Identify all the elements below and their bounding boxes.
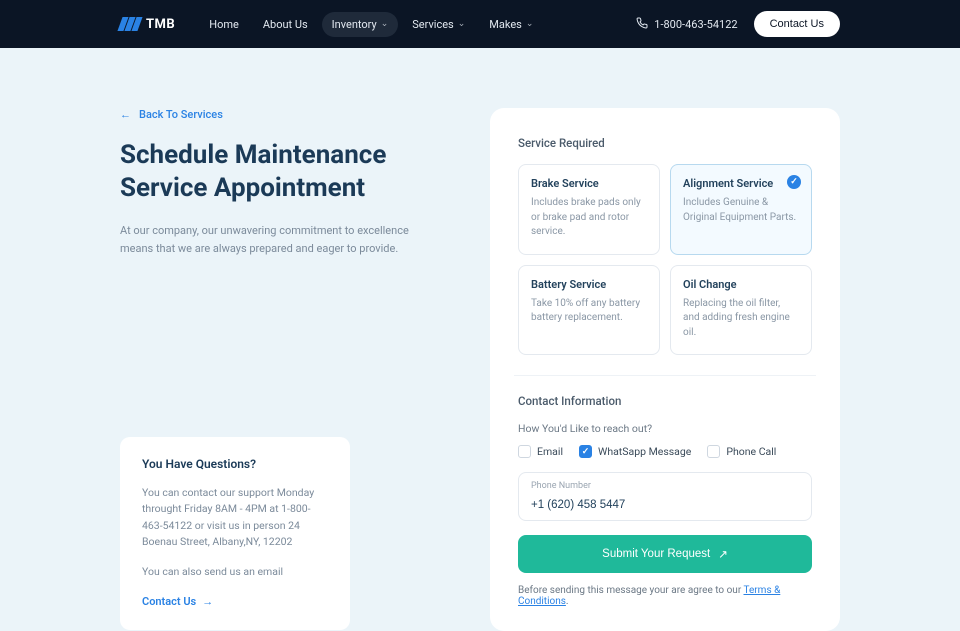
checkbox-icon [518,445,531,458]
nav-makes[interactable]: Makes⌄ [479,12,543,37]
nav-inventory[interactable]: Inventory⌄ [322,12,399,37]
service-brake[interactable]: Brake Service Includes brake pads only o… [518,164,660,255]
logo-icon [120,17,140,31]
phone-icon [636,17,648,32]
left-column: ← Back To Services Schedule Maintenance … [120,108,450,630]
service-alignment[interactable]: Alignment Service Includes Genuine & Ori… [670,164,812,255]
check-icon [787,175,801,189]
reach-prompt: How You'd Like to reach out? [518,422,812,435]
chevron-down-icon: ⌄ [458,19,466,29]
brand-name: TMB [146,17,175,32]
questions-heading: You Have Questions? [142,457,328,471]
header-phone[interactable]: 1-800-463-54122 [636,17,737,32]
nav-services[interactable]: Services⌄ [402,12,475,37]
logo[interactable]: TMB [120,17,175,32]
reach-whatsapp[interactable]: WhatSapp Message [579,445,691,458]
back-to-services-link[interactable]: ← Back To Services [120,108,450,121]
checkbox-icon [707,445,720,458]
nav-about-us[interactable]: About Us [253,12,318,37]
reach-phone-call[interactable]: Phone Call [707,445,776,458]
header: TMB Home About Us Inventory⌄ Services⌄ M… [0,0,960,48]
chevron-down-icon: ⌄ [526,19,534,29]
page-title: Schedule Maintenance Service Appointment [120,139,450,204]
appointment-form: Service Required Brake Service Includes … [490,108,840,631]
arrow-left-icon: ← [120,108,131,121]
arrow-up-right-icon: ↗ [718,547,728,561]
phone-field[interactable]: Phone Number [518,472,812,521]
arrow-right-icon: → [202,595,213,608]
questions-contact-link[interactable]: Contact Us → [142,595,328,608]
checkbox-icon [579,445,592,458]
contact-us-button[interactable]: Contact Us [754,11,840,37]
questions-body-2: You can also send us an email [142,564,328,580]
header-right: 1-800-463-54122 Contact Us [636,11,840,37]
back-label: Back To Services [139,108,223,121]
service-required-label: Service Required [518,136,812,150]
service-battery[interactable]: Battery Service Take 10% off any battery… [518,265,660,356]
service-oil-change[interactable]: Oil Change Replacing the oil filter, and… [670,265,812,356]
divider [514,375,816,376]
reach-options: Email WhatSapp Message Phone Call [518,445,812,458]
reach-email[interactable]: Email [518,445,563,458]
phone-field-label: Phone Number [531,481,799,491]
terms-text: Before sending this message your are agr… [518,585,812,607]
submit-button[interactable]: Submit Your Request ↗ [518,535,812,573]
page-intro: At our company, our unwavering commitmen… [120,222,420,257]
questions-body-1: You can contact our support Monday throu… [142,485,328,550]
service-grid: Brake Service Includes brake pads only o… [518,164,812,355]
contact-info-label: Contact Information [518,394,812,408]
nav: Home About Us Inventory⌄ Services⌄ Makes… [199,12,543,37]
phone-input[interactable] [531,499,799,511]
header-phone-number: 1-800-463-54122 [654,18,737,31]
questions-card: You Have Questions? You can contact our … [120,437,350,629]
chevron-down-icon: ⌄ [381,19,389,29]
main: ← Back To Services Schedule Maintenance … [0,48,960,631]
nav-home[interactable]: Home [199,12,249,37]
